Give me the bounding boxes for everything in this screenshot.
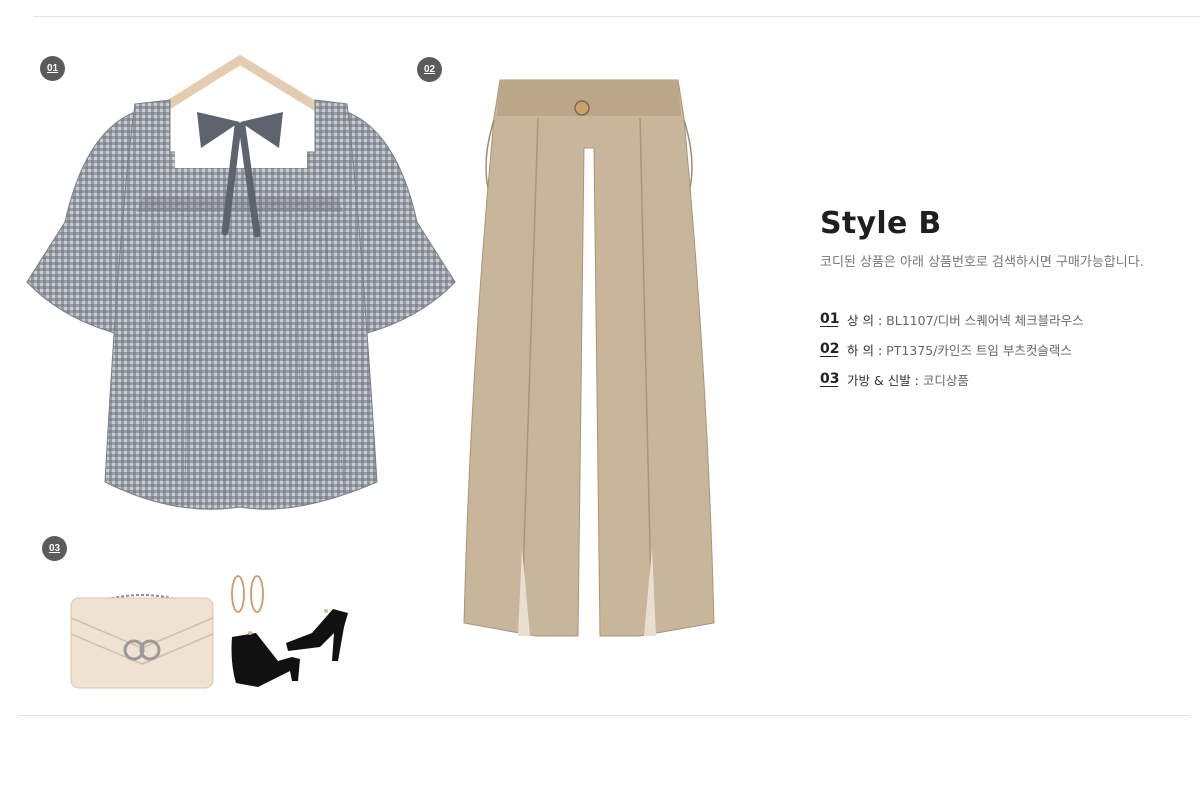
list-item: 03 가방 & 신발 : 코디상품 — [820, 364, 1190, 394]
badge-03: 03 — [42, 536, 67, 561]
item-number: 01 — [820, 310, 840, 327]
item-list: 01 상 의 : BL1107/디버 스퀘어넥 체크블라우스 02 하 의 : … — [820, 304, 1190, 394]
item-value: BL1107/디버 스퀘어넥 체크블라우스 — [886, 312, 1084, 328]
list-item: 02 하 의 : PT1375/카인즈 트임 부츠컷슬랙스 — [820, 334, 1190, 364]
item-number: 03 — [820, 370, 840, 387]
bag-image[interactable] — [68, 590, 216, 692]
style-info: Style B 코디된 상품은 아래 상품번호로 검색하시면 구매가능합니다. … — [820, 206, 1190, 394]
item-label: 상 의 : — [847, 312, 883, 328]
style-description: 코디된 상품은 아래 상품번호로 검색하시면 구매가능합니다. — [820, 255, 1144, 270]
pants-image[interactable] — [460, 78, 718, 640]
blouse-image[interactable] — [25, 52, 457, 512]
style-title: Style B — [820, 206, 942, 241]
item-number: 02 — [820, 340, 840, 357]
item-label: 가방 & 신발 : — [847, 372, 919, 388]
item-value: PT1375/카인즈 트임 부츠컷슬랙스 — [886, 342, 1072, 358]
bottom-divider — [18, 715, 1190, 716]
list-item: 01 상 의 : BL1107/디버 스퀘어넥 체크블라우스 — [820, 304, 1190, 334]
top-divider — [33, 16, 1200, 17]
item-value: 코디상품 — [922, 372, 969, 388]
item-label: 하 의 : — [847, 342, 883, 358]
sandals-image[interactable] — [228, 603, 353, 690]
